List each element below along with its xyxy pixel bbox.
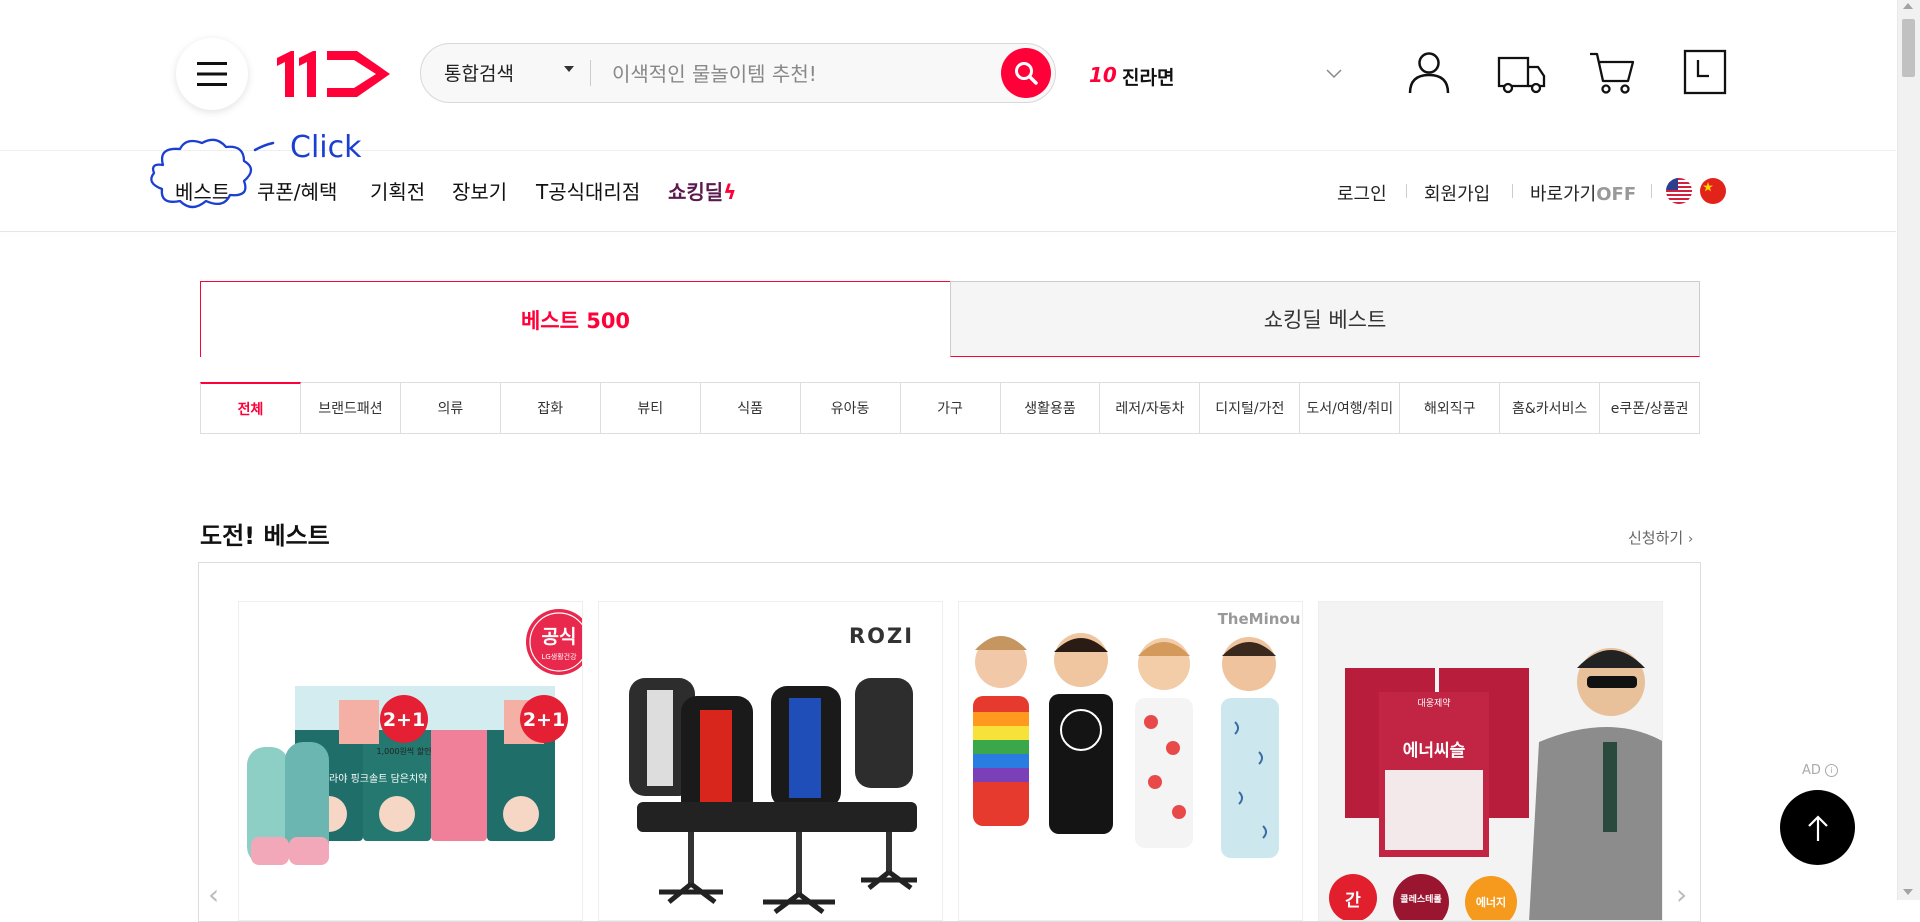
category-tab[interactable]: 디지털/가전 [1200, 382, 1301, 434]
search-scope-select[interactable]: 통합검색 [444, 59, 514, 86]
divider [1406, 184, 1407, 198]
feature-bubble: 에너지 [1476, 895, 1506, 909]
nav-item-t-official-store[interactable]: T공식대리점 [536, 176, 640, 205]
carousel-prev-button[interactable]: ‹ [208, 878, 219, 911]
product-card[interactable]: ROZI [598, 601, 943, 921]
cart-button[interactable] [1588, 48, 1636, 96]
recent-view-icon [1683, 49, 1727, 95]
info-icon: i [1825, 764, 1839, 777]
arrow-up-icon [1807, 814, 1828, 841]
shortcut-label: 바로가기 [1530, 184, 1597, 205]
annotation-text: Click [290, 130, 362, 165]
category-tab[interactable]: 유아동 [800, 382, 901, 434]
divider [590, 60, 591, 86]
shocking-deal-logo-text: 쇼킹딜 [668, 180, 724, 204]
product-brand: 대웅제약 [1417, 697, 1450, 709]
click-annotation: Click [150, 130, 362, 209]
category-tab[interactable]: 잡화 [500, 382, 601, 434]
scrollbar[interactable] [1897, 0, 1920, 900]
scroll-to-top-button[interactable] [1780, 790, 1855, 865]
hamburger-icon [197, 62, 227, 86]
search-icon [1015, 62, 1038, 85]
shortcut-state: OFF [1596, 184, 1637, 205]
promo-sub-text: 1,000원씩 할인 [377, 746, 432, 756]
scrollbar-thumb[interactable] [1902, 19, 1915, 77]
11st-logo[interactable]: 11 [277, 48, 393, 102]
category-tab[interactable]: 생활용품 [1000, 382, 1101, 434]
realtime-rank-keyword[interactable]: 진라면 [1122, 63, 1174, 90]
delivery-tracking-button[interactable] [1496, 48, 1546, 96]
official-badge-text: 공식 [542, 626, 577, 648]
category-tab[interactable]: 도서/여행/취미 [1300, 382, 1401, 434]
product-brand: TheMinou [1218, 610, 1301, 628]
product-card[interactable]: TheMinou [958, 601, 1303, 921]
tab-best-500[interactable]: 베스트 500 [200, 281, 951, 357]
chevron-right-icon: › [1687, 532, 1694, 547]
shortcut-toggle[interactable]: 바로가기OFF [1530, 180, 1636, 206]
user-icon [1408, 52, 1450, 94]
ad-label[interactable]: AD i [1802, 763, 1839, 778]
product-label-text: 에너씨슬 [1403, 741, 1466, 761]
category-tab[interactable]: 뷰티 [600, 382, 701, 434]
category-tab[interactable]: 홈&카서비스 [1500, 382, 1601, 434]
tab-shocking-deal-best[interactable]: 쇼킹딜 베스트 [950, 281, 1700, 357]
product-image: TheMinou [973, 610, 1301, 858]
truck-icon [1497, 56, 1546, 94]
search-button[interactable] [1001, 48, 1051, 98]
chevron-down-icon [1326, 69, 1342, 79]
product-image: 공식 LG생활건강 2+1 2+1 1,000원씩 할인 히말라야 핑크솔트 담… [247, 609, 582, 865]
category-tab[interactable]: 가구 [900, 382, 1001, 434]
product-image: 대웅제약 에너씨슬 간 콜레스테롤 에너지 [1319, 602, 1662, 920]
category-tab[interactable]: 레저/자동차 [1100, 382, 1201, 434]
lightning-icon: ϟ [723, 180, 737, 204]
signup-link[interactable]: 회원가입 [1424, 180, 1490, 206]
carousel-next-button[interactable]: › [1676, 878, 1687, 911]
nav-item-grocery[interactable]: 장보기 [452, 176, 507, 205]
category-tab[interactable]: 브랜드패션 [300, 382, 401, 434]
11st-logo-mark [277, 51, 390, 97]
recently-viewed-button[interactable] [1681, 48, 1729, 96]
category-tabs: 전체 브랜드패션 의류 잡화 뷰티 식품 유아동 가구 생활용품 레저/자동차 … [200, 382, 1701, 434]
nav-item-shocking-deal[interactable]: 쇼킹딜ϟ [668, 176, 736, 205]
feature-bubble: 콜레스테롤 [1400, 893, 1441, 905]
section-title: 도전! 베스트 [200, 522, 330, 550]
promo-badge-text: 2+1 [523, 709, 565, 731]
product-image [629, 678, 917, 914]
cart-icon [1590, 52, 1635, 94]
login-link[interactable]: 로그인 [1337, 180, 1387, 206]
divider [1651, 184, 1652, 198]
rank-expand-button[interactable] [1326, 64, 1342, 83]
apply-link[interactable]: 신청하기 › [1628, 527, 1693, 548]
my-page-button[interactable] [1405, 48, 1453, 96]
scroll-down-arrow[interactable] [1903, 889, 1913, 895]
apply-label: 신청하기 [1628, 529, 1684, 547]
realtime-rank-number: 10 [1089, 63, 1117, 87]
category-tab[interactable]: 해외직구 [1400, 382, 1501, 434]
category-tab[interactable]: 식품 [700, 382, 801, 434]
us-flag-icon[interactable] [1666, 178, 1692, 204]
china-flag-icon[interactable] [1700, 178, 1726, 204]
official-badge-sub: LG생활건강 [541, 652, 577, 661]
caret-down-icon[interactable] [564, 66, 574, 72]
scroll-up-arrow[interactable] [1903, 3, 1913, 9]
category-tab[interactable]: 의류 [400, 382, 501, 434]
product-card[interactable]: 공식 LG생활건강 2+1 2+1 1,000원씩 할인 히말라야 핑크솔트 담… [238, 601, 583, 921]
search-input[interactable] [610, 55, 994, 93]
promo-badge-text: 2+1 [383, 709, 425, 731]
feature-bubble: 간 [1345, 891, 1361, 911]
divider [1512, 184, 1513, 198]
category-tab[interactable]: e쿠폰/상품권 [1600, 382, 1701, 434]
product-card[interactable]: 대웅제약 에너씨슬 간 콜레스테롤 에너지 [1318, 601, 1663, 921]
ad-label-text: AD [1802, 763, 1821, 778]
category-tab[interactable]: 전체 [200, 382, 301, 434]
hamburger-menu-button[interactable] [176, 38, 248, 110]
